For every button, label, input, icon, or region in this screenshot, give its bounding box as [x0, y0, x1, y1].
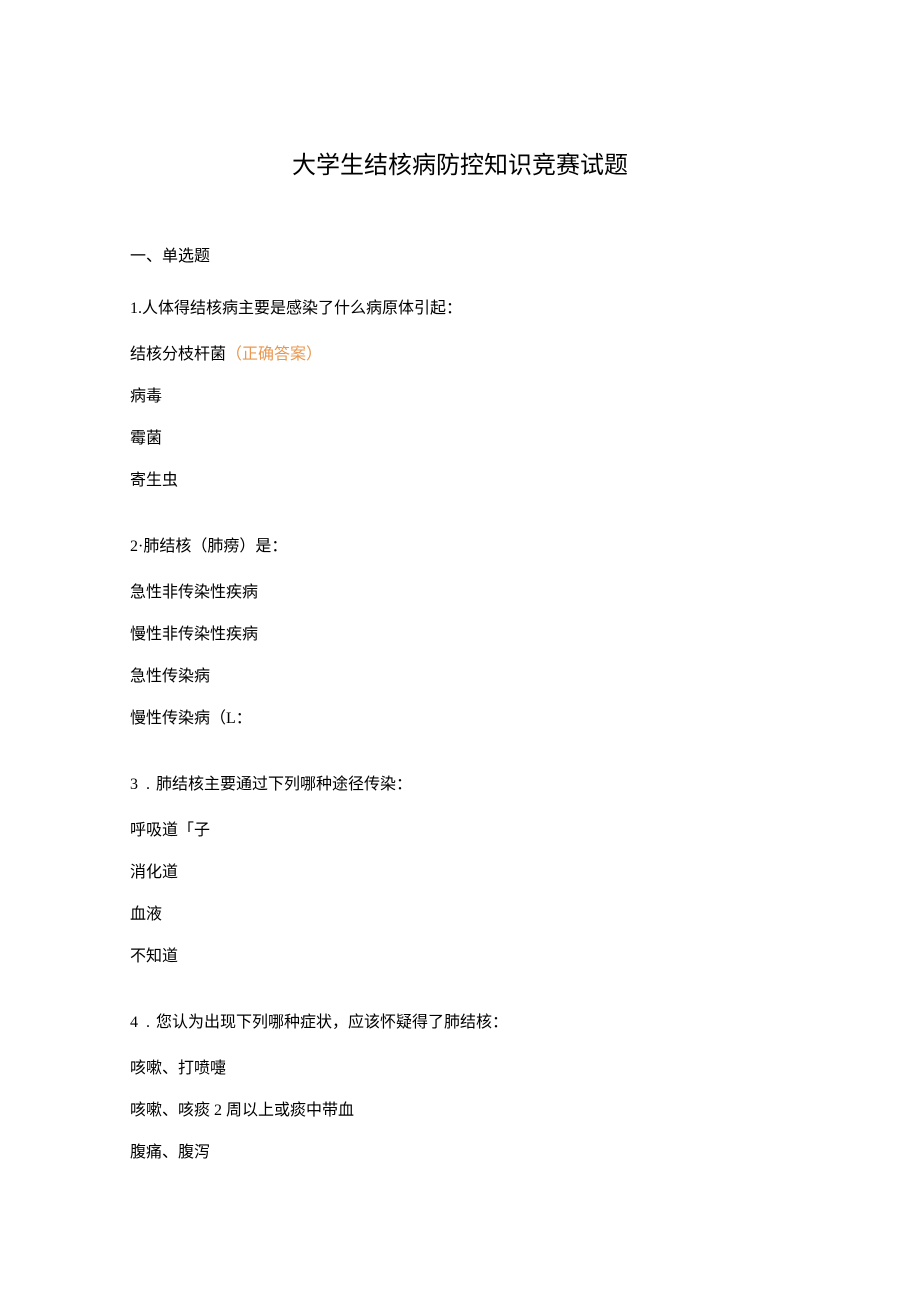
- option: 呼吸道「子: [130, 816, 790, 840]
- option: 急性非传染性疾病: [130, 578, 790, 602]
- option: 不知道: [130, 942, 790, 966]
- option: 慢性非传染性疾病: [130, 620, 790, 644]
- question-stem: 肺结核主要通过下列哪种途径传染：: [156, 776, 412, 793]
- question-number: 1.: [130, 300, 142, 317]
- option: 血液: [130, 900, 790, 924]
- page-title: 大学生结核病防控知识竞赛试题: [130, 145, 790, 180]
- question-block: 2·肺结核（肺痨）是： 急性非传染性疾病 慢性非传染性疾病 急性传染病 慢性传染…: [130, 532, 790, 728]
- question-number: 2·: [130, 538, 143, 555]
- option: 消化道: [130, 858, 790, 882]
- option: 咳嗽、打喷嚏: [130, 1054, 790, 1078]
- option: 慢性传染病（L：: [130, 704, 790, 728]
- section-header: 一、单选题: [130, 242, 790, 266]
- correct-answer-label: （正确答案）: [226, 346, 322, 363]
- question-block: 1.人体得结核病主要是感染了什么病原体引起： 结核分枝杆菌（正确答案） 病毒 霉…: [130, 294, 790, 490]
- question-dot: .: [146, 1014, 150, 1032]
- option: 结核分枝杆菌（正确答案）: [130, 340, 790, 364]
- question-number: 4: [130, 1014, 140, 1031]
- question-text: 1.人体得结核病主要是感染了什么病原体引起：: [130, 294, 790, 318]
- option: 腹痛、腹泻: [130, 1138, 790, 1162]
- question-number: 3: [130, 776, 140, 793]
- question-dot: .: [146, 776, 150, 794]
- question-text: 2·肺结核（肺痨）是：: [130, 532, 790, 556]
- question-text: 4. 您认为出现下列哪种症状，应该怀疑得了肺结核：: [130, 1008, 790, 1032]
- question-stem: 肺结核（肺痨）是：: [143, 538, 287, 555]
- question-text: 3. 肺结核主要通过下列哪种途径传染：: [130, 770, 790, 794]
- option: 寄生虫: [130, 466, 790, 490]
- option-text: 结核分枝杆菌: [130, 346, 226, 363]
- question-stem: 人体得结核病主要是感染了什么病原体引起：: [142, 300, 462, 317]
- question-block: 4. 您认为出现下列哪种症状，应该怀疑得了肺结核： 咳嗽、打喷嚏 咳嗽、咳痰 2 …: [130, 1008, 790, 1162]
- question-stem: 您认为出现下列哪种症状，应该怀疑得了肺结核：: [156, 1014, 508, 1031]
- option: 急性传染病: [130, 662, 790, 686]
- option: 病毒: [130, 382, 790, 406]
- option: 咳嗽、咳痰 2 周以上或痰中带血: [130, 1096, 790, 1120]
- question-block: 3. 肺结核主要通过下列哪种途径传染： 呼吸道「子 消化道 血液 不知道: [130, 770, 790, 966]
- option: 霉菌: [130, 424, 790, 448]
